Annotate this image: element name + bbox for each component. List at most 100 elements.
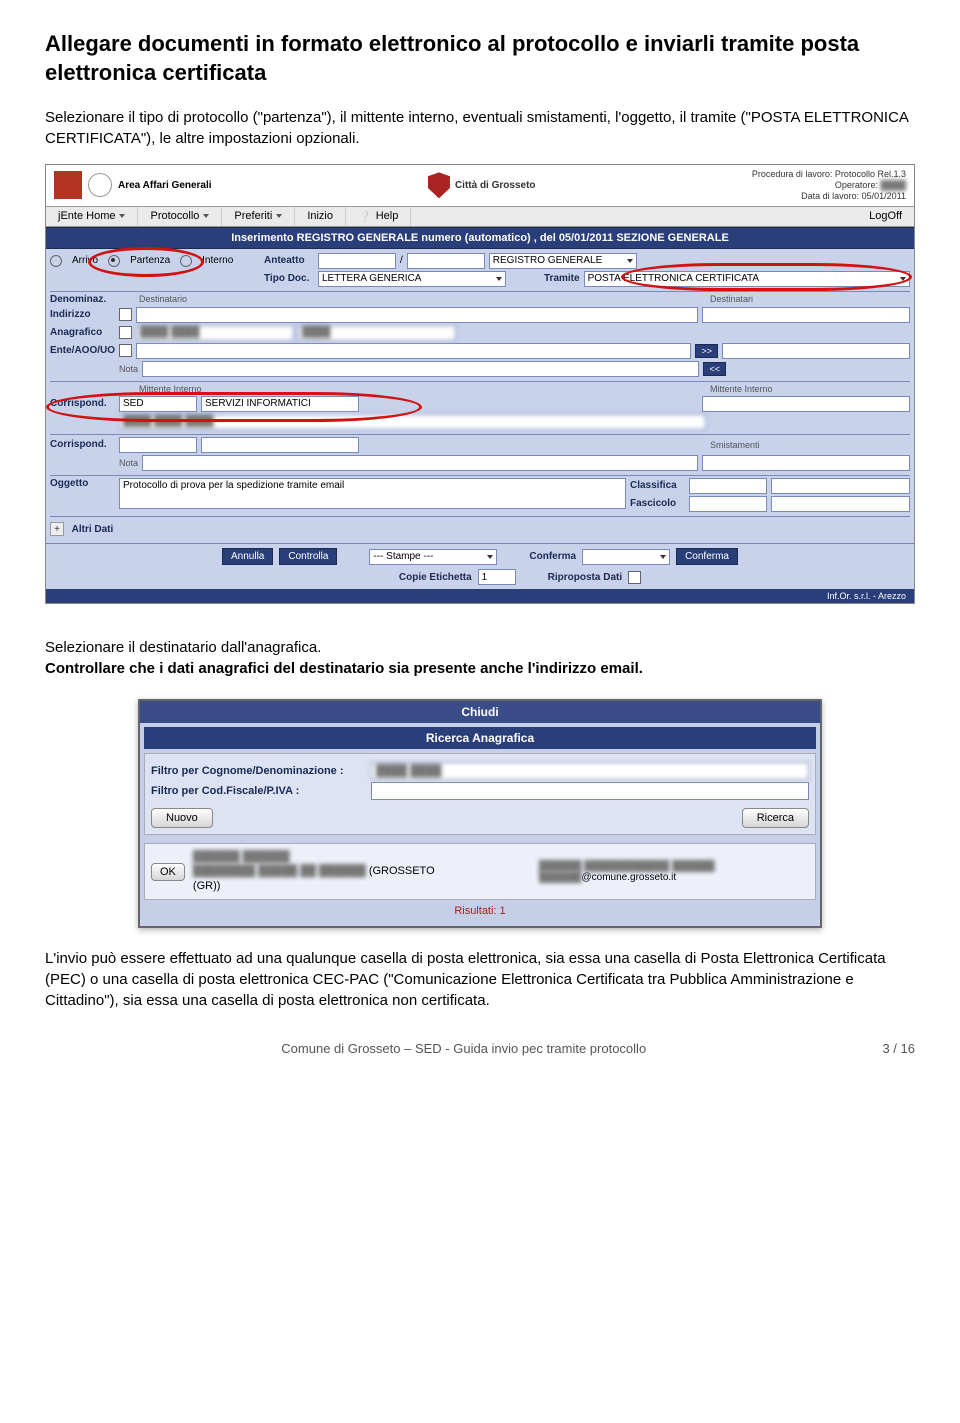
menu-home[interactable]: jEnte Home [46, 207, 138, 226]
annulla-button[interactable]: Annulla [222, 548, 273, 565]
chevron-down-icon [203, 214, 209, 218]
footer-page-number: 3 / 16 [882, 1041, 915, 1056]
tramite-select[interactable]: POSTA ELETTRONICA CERTIFICATA [584, 271, 910, 287]
action-bar-2: Copie Etichetta 1 Riproposta Dati [46, 569, 914, 589]
riproposta-label: Riproposta Dati [548, 572, 622, 583]
conferma-label: Conferma [529, 551, 576, 562]
filter-codfiscale-input[interactable] [371, 782, 809, 800]
dialog-close-bar[interactable]: Chiudi [140, 701, 820, 723]
classifica-input-2[interactable] [771, 478, 910, 494]
nota-input-1[interactable] [142, 361, 699, 377]
menu-logoff[interactable]: LogOff [857, 207, 914, 226]
dialog-title: Ricerca Anagrafica [144, 727, 816, 749]
riproposta-checkbox[interactable] [628, 571, 641, 584]
form-body: Arrivo Partenza Interno Anteatto / REGIS… [46, 249, 914, 544]
menu-inizio[interactable]: Inizio [295, 207, 346, 226]
radio-partenza-label: Partenza [130, 255, 170, 266]
denominaz-label: Denominaz. [50, 294, 115, 305]
copie-label: Copie Etichetta [399, 572, 472, 583]
results-count: Risultati: 1 [144, 900, 816, 922]
classifica-input-1[interactable] [689, 478, 767, 494]
radio-interno[interactable] [180, 255, 192, 267]
result-piva-blurred: ██████ [672, 861, 715, 872]
operator-label: Operatore: [835, 180, 878, 190]
vendor-footer: Inf.Or. s.r.l. - Arezzo [46, 589, 914, 603]
conferma-select[interactable] [582, 549, 670, 565]
screenshot-protocollo-form: Area Affari Generali Città di Grosseto P… [45, 164, 915, 604]
corrispond-label: Corrispond. [50, 398, 115, 409]
radio-partenza[interactable] [108, 255, 120, 267]
area-label: Area Affari Generali [118, 180, 212, 191]
tipodoc-select[interactable]: LETTERA GENERICA [318, 271, 506, 287]
tipodoc-label: Tipo Doc. [264, 273, 314, 284]
result-cf-blurred: ██████ ████████████ [539, 861, 669, 872]
fascicolo-input-2[interactable] [771, 496, 910, 512]
add-dest-button[interactable]: >> [695, 344, 718, 358]
remove-dest-button[interactable]: << [703, 362, 726, 376]
classifica-label: Classifica [630, 480, 685, 491]
fascicolo-input-1[interactable] [689, 496, 767, 512]
anagrafico-input-1[interactable]: ████ ████ [136, 325, 294, 341]
destinatari-list[interactable] [702, 307, 910, 323]
expand-altridati-button[interactable]: + [50, 522, 64, 536]
result-email-domain: @comune.grosseto.it [582, 872, 677, 883]
result-grosseto: (GROSSETO [369, 865, 435, 877]
corrispond2-label: Corrispond. [50, 439, 115, 450]
operator-value-blurred: ████ [880, 180, 906, 190]
indirizzo-checkbox[interactable] [119, 308, 132, 321]
oggetto-textarea[interactable]: Protocollo di prova per la spedizione tr… [119, 478, 626, 509]
nota-input-2[interactable] [142, 455, 698, 471]
help-icon: ❔ [358, 210, 372, 223]
action-bar: Annulla Controlla --- Stampe --- Conferm… [46, 543, 914, 569]
work-date: Data di lavoro: 05/01/2011 [752, 191, 906, 202]
anteatto-sep: / [400, 255, 403, 266]
result-ok-button[interactable]: OK [151, 863, 185, 881]
indirizzo-label: Indirizzo [50, 309, 115, 320]
city-name: Città di Grosseto [455, 180, 536, 191]
ricerca-button[interactable]: Ricerca [742, 808, 809, 828]
corrispond-desc-input[interactable]: ████ ████ ████ [119, 414, 706, 430]
filter-cognome-input[interactable]: ████ ████ [371, 762, 809, 780]
mittente-list[interactable] [702, 396, 910, 412]
result-addr-blurred: ████████ █████ ██ ██████ [193, 865, 366, 877]
filter-codfiscale-label: Filtro per Cod.Fiscale/P.IVA : [151, 785, 371, 797]
corrispond2-input-1[interactable] [119, 437, 197, 453]
smistamenti-list[interactable] [702, 455, 910, 471]
ente-dest-input[interactable] [722, 343, 910, 359]
procedure-label: Procedura di lavoro: Protocollo Rel.1.3 [752, 169, 906, 180]
corrispond2-input-2[interactable] [201, 437, 359, 453]
nota-label-1: Nota [119, 364, 138, 374]
city-shield-icon [428, 172, 450, 198]
fascicolo-label: Fascicolo [630, 498, 685, 509]
menu-preferiti[interactable]: Preferiti [222, 207, 295, 226]
nuovo-button[interactable]: Nuovo [151, 808, 213, 828]
radio-arrivo[interactable] [50, 255, 62, 267]
corrispond-servizi-input[interactable]: SERVIZI INFORMATICI [201, 396, 359, 412]
destinatari-heading: Destinatari [710, 294, 910, 304]
ente-input[interactable] [136, 343, 691, 359]
menu-protocollo[interactable]: Protocollo [138, 207, 222, 226]
ente-checkbox[interactable] [119, 344, 132, 357]
registro-select[interactable]: REGISTRO GENERALE [489, 253, 637, 269]
controlla-button[interactable]: Controlla [279, 548, 337, 565]
oggetto-label: Oggetto [50, 478, 115, 489]
corrispond-sed-input[interactable]: SED [119, 396, 197, 412]
moon-icon [88, 173, 112, 197]
radio-interno-label: Interno [202, 255, 233, 266]
anagrafico-input-2[interactable]: ████ [298, 325, 456, 341]
anteatto-input-2[interactable] [407, 253, 485, 269]
instruction-select-dest: Selezionare il destinatario dall'anagraf… [45, 637, 915, 658]
anteatto-input-1[interactable] [318, 253, 396, 269]
menu-bar: jEnte Home Protocollo Preferiti Inizio ❔… [46, 206, 914, 227]
conferma-button[interactable]: Conferma [676, 548, 738, 565]
intro-paragraph-1: Selezionare il tipo di protocollo ("part… [45, 107, 915, 149]
menu-help[interactable]: ❔Help [346, 207, 411, 226]
stampe-select[interactable]: --- Stampe --- [369, 549, 497, 565]
anagrafico-label: Anagrafico [50, 327, 115, 338]
indirizzo-input[interactable] [136, 307, 698, 323]
smistamenti-heading: Smistamenti [710, 440, 910, 450]
copie-input[interactable]: 1 [478, 569, 516, 585]
radio-arrivo-label: Arrivo [72, 255, 98, 266]
ente-logo-icon [54, 171, 82, 199]
anagrafico-checkbox[interactable] [119, 326, 132, 339]
